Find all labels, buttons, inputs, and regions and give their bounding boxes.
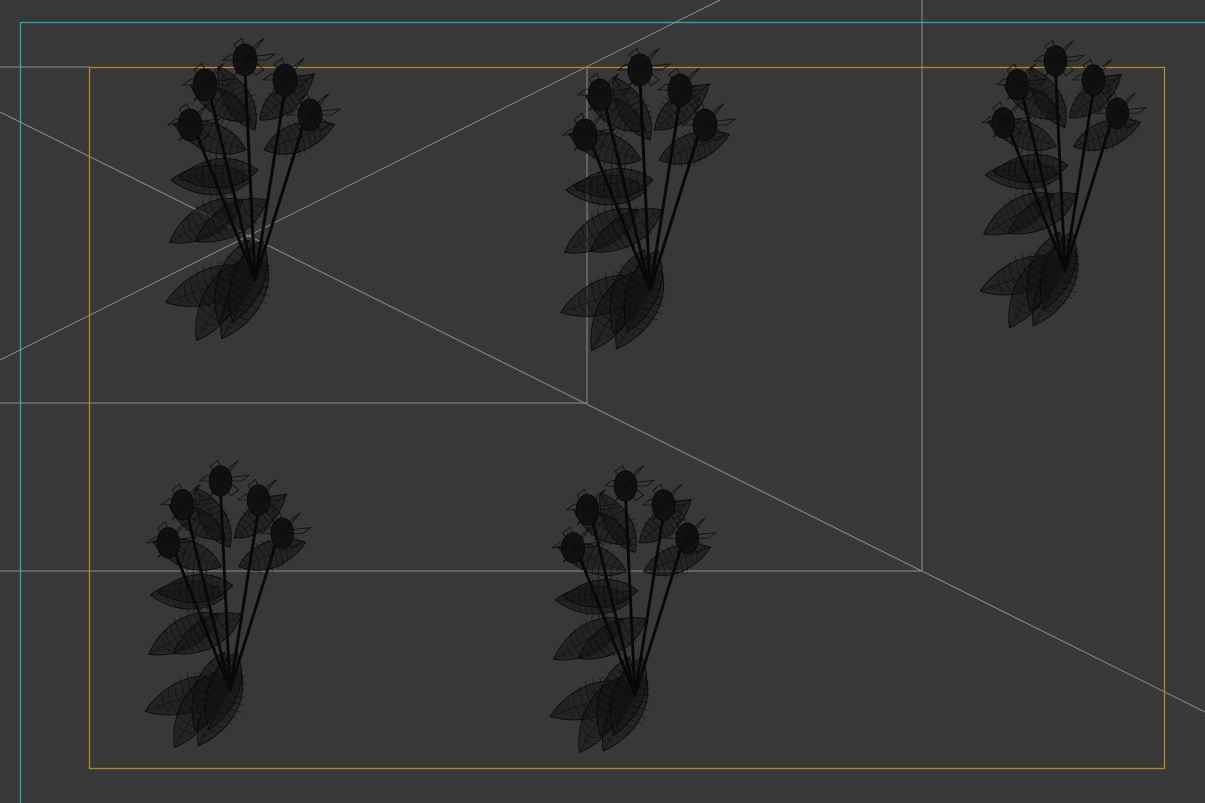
viewport-canvas[interactable] (0, 0, 1205, 803)
flower-plant-1[interactable] (165, 37, 342, 342)
flower-plant-4[interactable] (144, 459, 313, 749)
flower-plant-5[interactable] (549, 464, 718, 754)
scene-objects (144, 37, 1148, 754)
flower-plant-3[interactable] (979, 39, 1148, 329)
3d-viewport[interactable] (0, 0, 1205, 803)
